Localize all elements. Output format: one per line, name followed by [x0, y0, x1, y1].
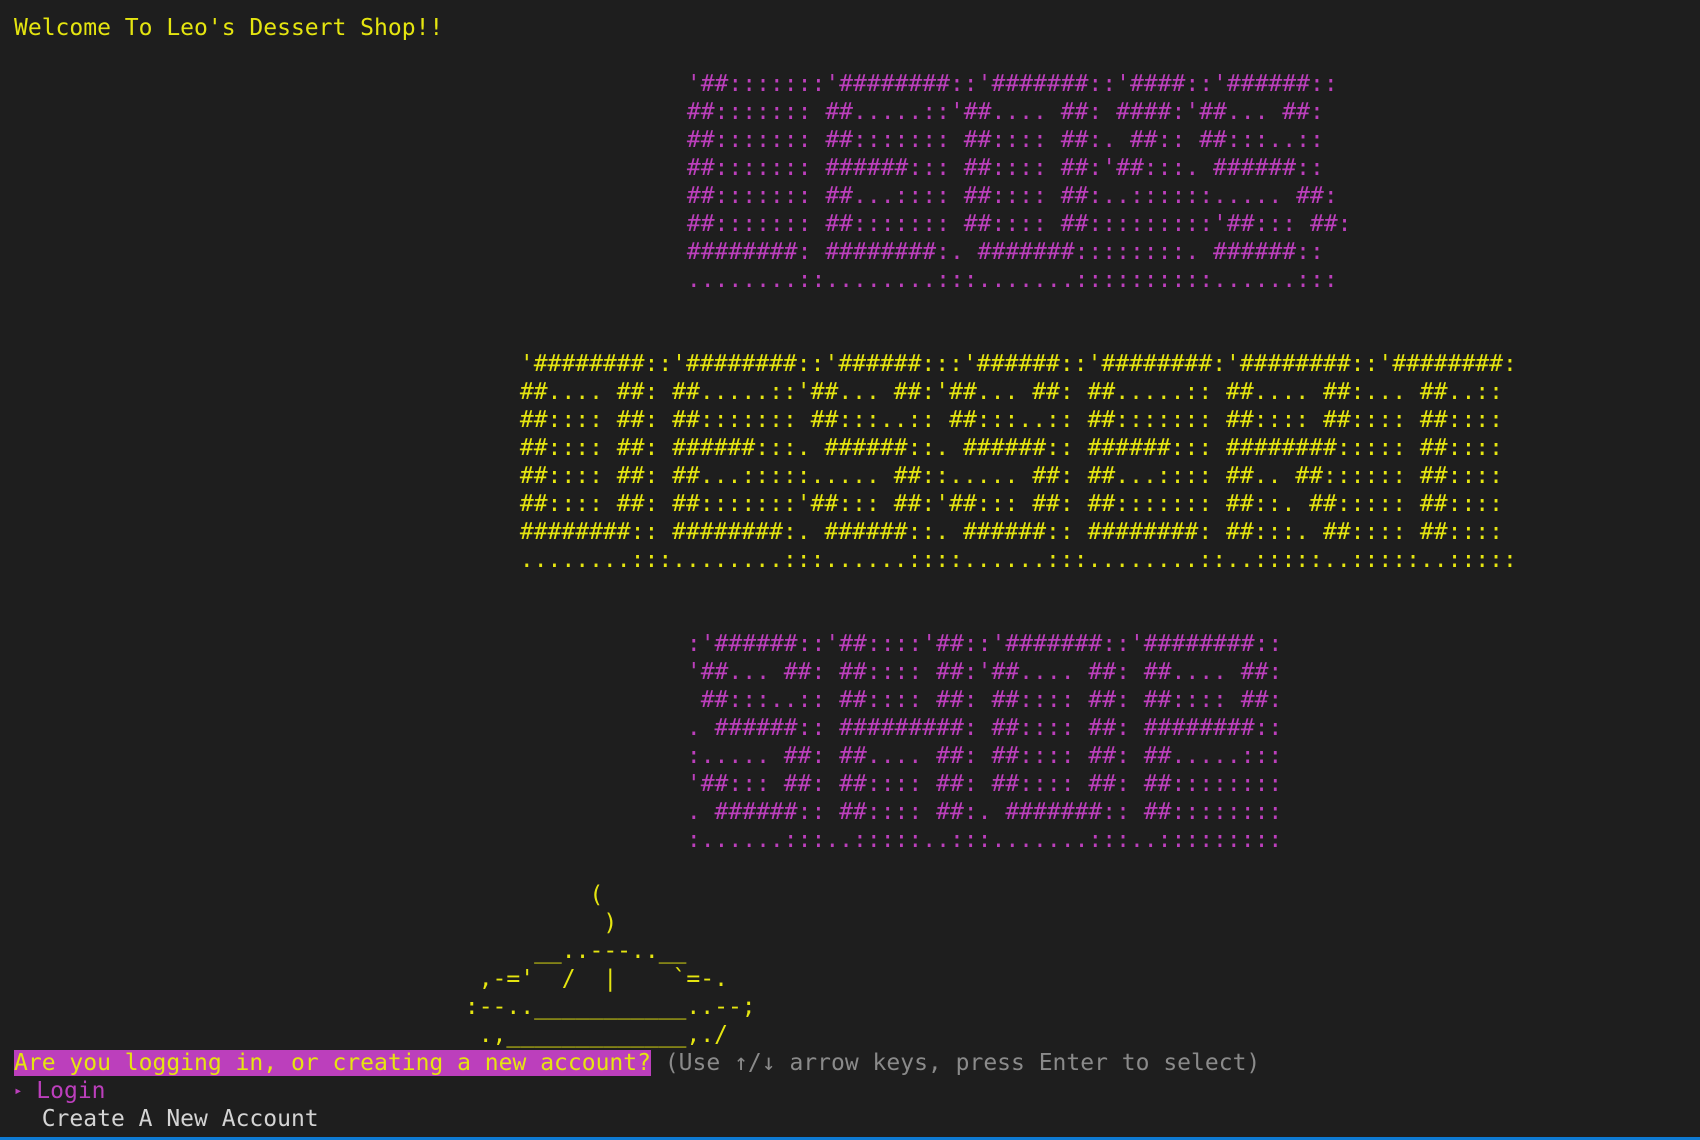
ascii-banner-dessert: '########::'########::'######:::'######:…: [519, 351, 1517, 573]
welcome-text: Welcome To Leo's Dessert Shop!!: [14, 15, 444, 41]
terminal-window: Welcome To Leo's Dessert Shop!! '##:::::…: [0, 0, 1700, 1136]
option-login[interactable]: ▸ Login: [14, 1077, 106, 1105]
option-create-account[interactable]: Create A New Account: [14, 1105, 319, 1133]
option-login-label: Login: [36, 1078, 106, 1104]
option-create-account-label: Create A New Account: [41, 1106, 319, 1132]
ascii-banner-leos: '##:::::::'########::'#######::'####::'#…: [686, 71, 1352, 293]
prompt-question: Are you logging in, or creating a new ac…: [14, 1050, 651, 1076]
prompt-line: Are you logging in, or creating a new ac…: [14, 1049, 1260, 1077]
prompt-hint: (Use ↑/↓ arrow keys, press Enter to sele…: [650, 1050, 1261, 1076]
ascii-dessert-art: ( ) __..---..__ ,-=' / | `=-. :--.._____…: [464, 882, 756, 1048]
selection-pointer-icon: ▸: [14, 1083, 23, 1099]
ascii-banner-shop: :'######::'##::::'##::'#######::'#######…: [686, 631, 1283, 853]
